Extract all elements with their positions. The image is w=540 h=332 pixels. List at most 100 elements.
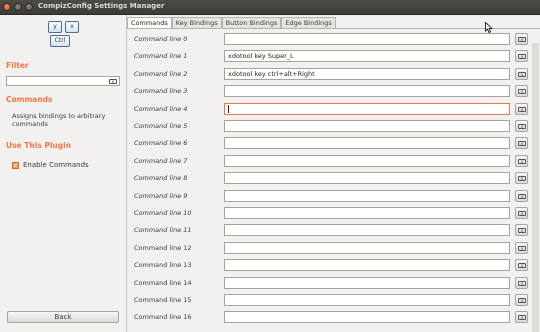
command-line-label: Command line 0	[134, 35, 188, 43]
command-line-label: Command line 3	[134, 87, 188, 96]
enable-commands-row[interactable]: ✓ Enable Commands	[12, 161, 89, 169]
command-line-label: Command line 5	[134, 122, 188, 130]
tab-bar: Commands Key Bindings Button Bindings Edge …	[127, 17, 336, 28]
enable-commands-checkbox[interactable]: ✓	[12, 161, 19, 169]
clear-icon: ×	[518, 89, 526, 95]
filter-title: Filter	[6, 61, 29, 70]
clear-command-button[interactable]: ×	[515, 241, 528, 254]
clear-icon: ×	[518, 280, 526, 286]
plugin-title: Commands	[6, 95, 53, 104]
command-row: Command line 0 ×	[127, 31, 540, 47]
window-title: CompizConfig Settings Manager	[38, 2, 165, 10]
clear-command-button[interactable]: ×	[515, 102, 528, 115]
command-line-input[interactable]	[224, 172, 510, 185]
tab-commands[interactable]: Commands	[127, 17, 172, 28]
clear-icon: ×	[518, 54, 526, 60]
command-line-label: Command line 11	[134, 226, 192, 235]
clear-command-button[interactable]: ×	[515, 120, 528, 132]
command-line-label: Command line 16	[134, 313, 192, 322]
clear-command-button[interactable]: ×	[515, 189, 528, 202]
command-row: Command line 16 ×	[127, 309, 540, 325]
close-window-button[interactable]	[3, 3, 11, 11]
command-line-input[interactable]	[224, 189, 510, 202]
command-line-input[interactable]	[224, 276, 510, 289]
command-line-label: Command line 9	[134, 191, 188, 200]
text-caret	[228, 104, 229, 113]
command-line-input[interactable]	[224, 259, 510, 272]
command-line-input[interactable]	[224, 294, 510, 306]
clear-command-button[interactable]: ×	[515, 172, 528, 185]
key-x-icon: x	[65, 21, 79, 33]
command-line-value: xdotool key Super_L	[228, 52, 294, 61]
command-line-input[interactable]: xdotool key ctrl+alt+Right	[224, 67, 510, 80]
clear-command-button[interactable]: ×	[515, 276, 528, 289]
back-button[interactable]: Back	[7, 311, 119, 323]
tab-button-bindings[interactable]: Button Bindings	[221, 17, 282, 28]
command-row: Command line 15 ×	[127, 292, 540, 308]
clear-command-button[interactable]: ×	[515, 85, 528, 98]
plugin-description: Assigns bindings to arbitrary commands	[12, 112, 106, 128]
clear-command-button[interactable]: ×	[515, 33, 528, 45]
clear-icon: ×	[518, 71, 526, 77]
command-line-value: xdotool key ctrl+alt+Right	[228, 69, 315, 78]
command-line-input[interactable]	[224, 241, 510, 254]
key-ctrl-icon: Ctrl	[50, 35, 70, 47]
clear-icon: ×	[518, 263, 526, 269]
clear-icon: ×	[518, 193, 526, 199]
clear-icon: ×	[518, 176, 526, 182]
clear-command-button[interactable]: ×	[515, 207, 528, 219]
minimize-window-button[interactable]	[14, 3, 22, 11]
clear-command-button[interactable]: ×	[515, 311, 528, 324]
command-row: Command line 13 ×	[127, 257, 540, 273]
clear-command-button[interactable]: ×	[515, 294, 528, 306]
tab-edge-bindings[interactable]: Edge Bindings	[281, 17, 336, 28]
keyboard-icon: y x Ctrl	[48, 21, 82, 53]
command-row: Command line 14 ×	[127, 275, 540, 291]
command-row: Command line 5 ×	[127, 118, 540, 134]
command-row: Command line 10 ×	[127, 205, 540, 221]
clear-command-button[interactable]: ×	[515, 50, 528, 63]
title-bar: CompizConfig Settings Manager	[0, 0, 540, 15]
clear-icon: ×	[518, 228, 526, 234]
clear-command-button[interactable]: ×	[515, 224, 528, 237]
command-row: Command line 2 xdotool key ctrl+alt+Right…	[127, 66, 540, 82]
command-line-label: Command line 8	[134, 174, 188, 183]
clear-command-button[interactable]: ×	[515, 259, 528, 272]
command-line-label: Command line 15	[134, 296, 192, 304]
command-line-label: Command line 14	[134, 278, 192, 287]
command-line-input[interactable]	[224, 207, 510, 219]
clear-icon: ×	[518, 158, 526, 164]
command-line-label: Command line 6	[134, 139, 188, 148]
command-line-input[interactable]	[224, 154, 510, 167]
command-row: Command line 12 ×	[127, 240, 540, 256]
command-line-input[interactable]	[224, 137, 510, 150]
clear-icon: ×	[518, 315, 526, 321]
filter-input[interactable]: ×	[6, 76, 120, 86]
clear-command-button[interactable]: ×	[515, 154, 528, 167]
command-line-input[interactable]: xdotool key Super_L	[224, 50, 510, 63]
command-line-label: Command line 13	[134, 261, 192, 270]
command-line-input[interactable]	[224, 120, 510, 132]
clear-icon: ×	[518, 37, 526, 42]
command-line-label: Command line 4	[134, 104, 188, 113]
right-panel: Commands Key Bindings Button Bindings Edge …	[127, 15, 540, 332]
clear-icon: ×	[518, 124, 526, 129]
window-controls	[3, 3, 33, 11]
command-line-input[interactable]	[224, 311, 510, 324]
command-line-label: Command line 10	[134, 209, 192, 217]
command-row: Command line 3 ×	[127, 83, 540, 99]
command-line-input[interactable]	[224, 33, 510, 45]
tab-key-bindings[interactable]: Key Bindings	[171, 17, 222, 28]
enable-commands-label: Enable Commands	[23, 161, 89, 169]
command-line-input[interactable]	[224, 85, 510, 98]
command-row: Command line 9 ×	[127, 188, 540, 204]
command-line-label: Command line 2	[134, 69, 188, 78]
command-line-input[interactable]	[224, 102, 510, 115]
command-line-input[interactable]	[224, 224, 510, 237]
clear-command-button[interactable]: ×	[515, 67, 528, 80]
maximize-window-button[interactable]	[25, 3, 33, 11]
clear-command-button[interactable]: ×	[515, 137, 528, 150]
clear-filter-icon[interactable]: ×	[109, 79, 117, 84]
key-y-icon: y	[48, 21, 62, 33]
command-line-label: Command line 1	[134, 52, 188, 61]
